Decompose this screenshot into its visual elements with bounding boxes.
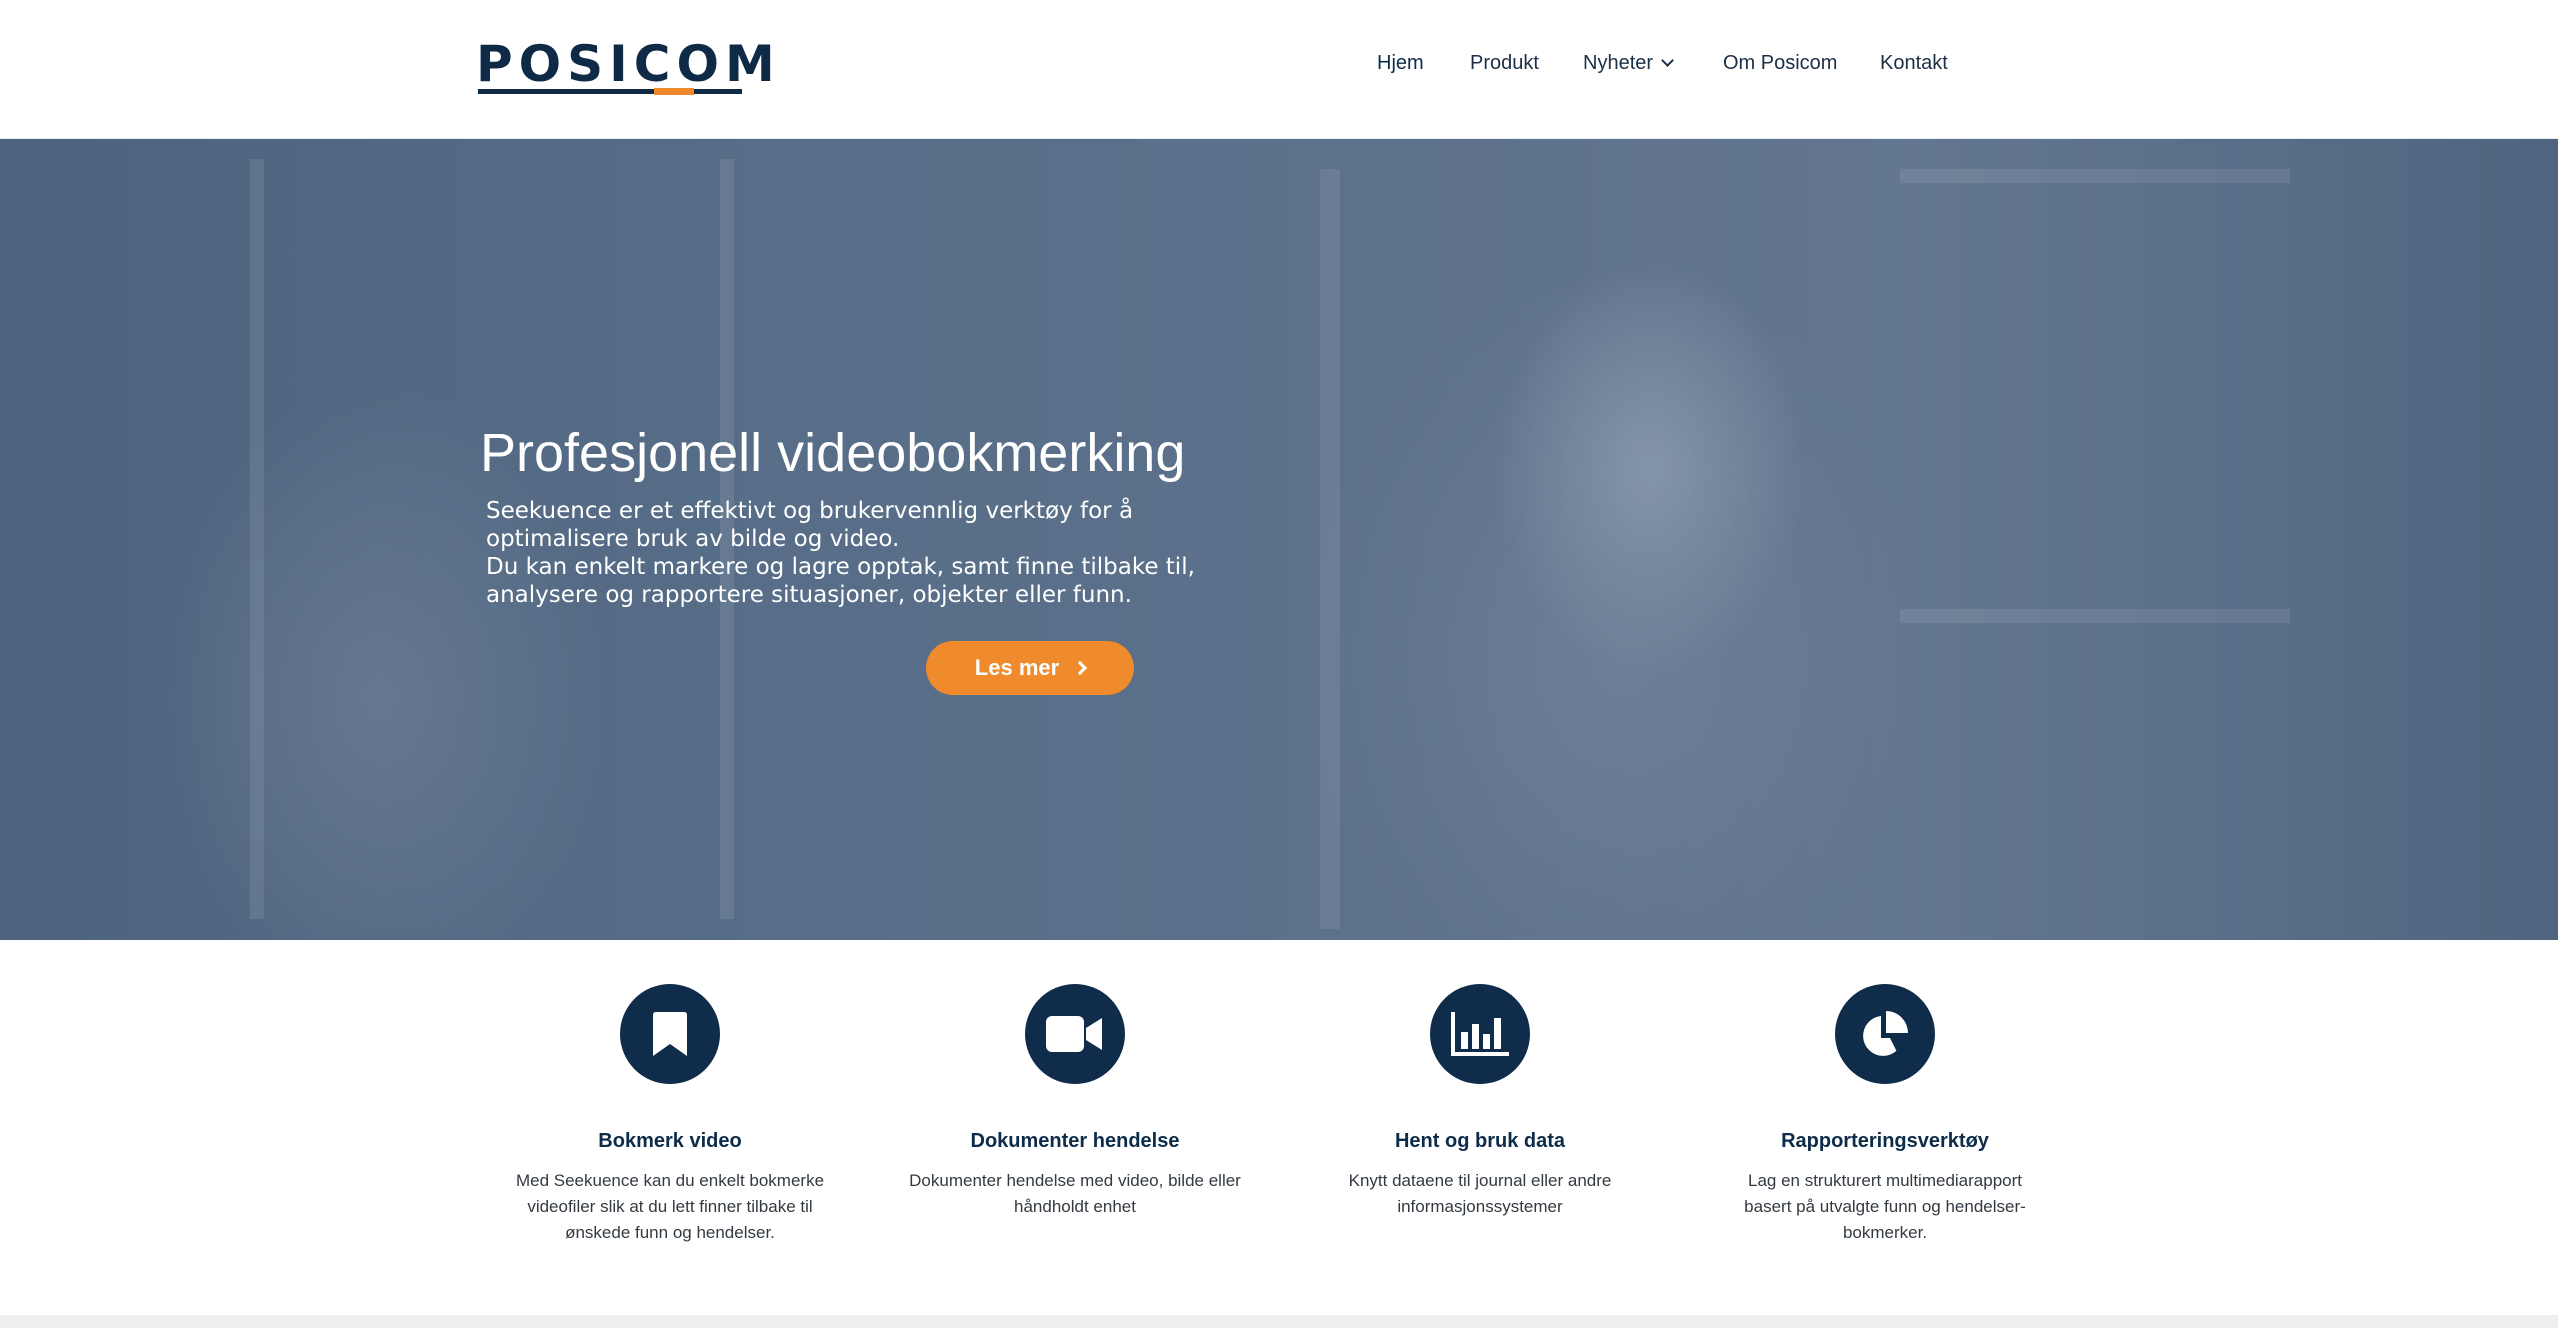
chevron-right-icon — [1073, 660, 1088, 676]
read-more-button[interactable]: Les mer — [926, 641, 1134, 695]
feature-desc-line: håndholdt enhet — [1014, 1197, 1136, 1216]
feature-desc-line: bokmerker. — [1842, 1223, 1928, 1242]
feature-description: Lag en strukturert multimediarapport bas… — [1705, 1168, 2065, 1246]
bar-chart-icon — [1430, 984, 1530, 1084]
nav-item-om-posicom[interactable]: Om Posicom — [1723, 48, 1837, 78]
logo-accent-bar — [654, 88, 694, 95]
page-bottom-divider — [0, 1315, 2558, 1328]
hero-banner: Profesjonell videobokmerking Seekuence e… — [0, 139, 2558, 940]
feature-desc-line: Knytt dataene til journal eller andre — [1348, 1171, 1612, 1190]
feature-desc-line: Med Seekuence kan du enkelt bokmerke — [515, 1171, 825, 1190]
feature-description: Dokumenter hendelse med video, bilde ell… — [895, 1168, 1255, 1220]
features-section: Bokmerk video Med Seekuence kan du enkel… — [0, 940, 2558, 1315]
feature-title: Bokmerk video — [598, 1130, 742, 1152]
feature-description: Knytt dataene til journal eller andre in… — [1300, 1168, 1660, 1220]
feature-title: Dokumenter hendelse — [970, 1130, 1180, 1152]
hero-text-line: Du kan enkelt markere og lagre opptak, s… — [486, 554, 1195, 580]
video-camera-icon — [1025, 984, 1125, 1084]
nav-item-kontakt[interactable]: Kontakt — [1880, 48, 1948, 78]
site-header: POSICOM Hjem Produkt Nyheter Om Posicom … — [0, 0, 2558, 139]
nav-item-hjem[interactable]: Hjem — [1377, 48, 1424, 78]
hero-text-line: Seekuence er et effektivt og brukervennl… — [486, 498, 1134, 524]
nav-item-produkt[interactable]: Produkt — [1470, 48, 1539, 78]
feature-desc-line: Dokumenter hendelse med video, bilde ell… — [909, 1171, 1241, 1190]
chevron-down-icon — [1661, 54, 1674, 67]
hero-text-line: optimalisere bruk av bilde og video. — [486, 526, 900, 552]
hero-text-line: analysere og rapportere situasjoner, obj… — [486, 582, 1132, 608]
feature-title: Hent og bruk data — [1394, 1130, 1565, 1152]
bookmark-icon — [620, 984, 720, 1084]
feature-desc-line: basert på utvalgte funn og hendelser- — [1744, 1197, 2026, 1216]
logo-underline — [478, 89, 742, 94]
pie-chart-icon — [1835, 984, 1935, 1084]
feature-desc-line: videofiler slik at du lett finner tilbak… — [527, 1197, 813, 1216]
read-more-label: Les mer — [974, 655, 1060, 680]
nav-item-nyheter-label: Nyheter — [1583, 52, 1654, 74]
feature-desc-line: Lag en strukturert multimediarapport — [1747, 1171, 2023, 1190]
feature-desc-line: ønskede funn og hendelser. — [565, 1223, 775, 1242]
posicom-logo[interactable]: POSICOM — [476, 38, 775, 96]
nav-item-nyheter[interactable]: Nyheter — [1583, 48, 1674, 78]
hero-title: Profesjonell videobokmerking — [480, 423, 1186, 483]
hero-description: Seekuence er et effektivt og brukervennl… — [486, 497, 1206, 609]
feature-desc-line: informasjonssystemer — [1397, 1197, 1563, 1216]
hero-overlay — [0, 139, 2558, 940]
logo-wordmark: POSICOM — [476, 35, 781, 93]
feature-title: Rapporteringsverktøy — [1781, 1130, 1989, 1152]
feature-description: Med Seekuence kan du enkelt bokmerke vid… — [490, 1168, 850, 1246]
